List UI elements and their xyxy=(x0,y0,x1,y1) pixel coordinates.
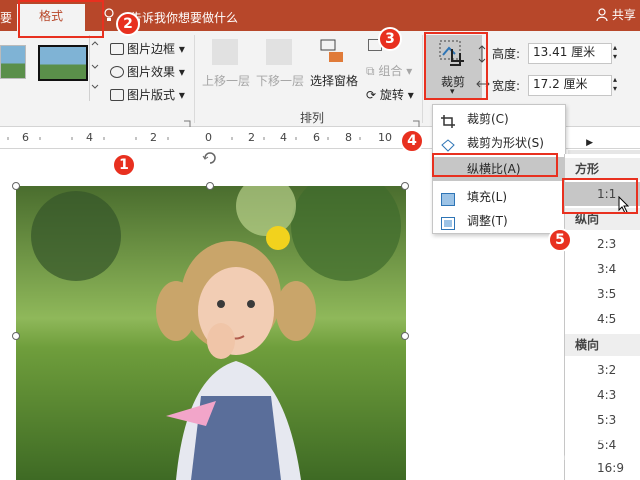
menu-item-label: 调整(T) xyxy=(467,214,508,228)
ruler-label: 2 xyxy=(248,131,255,144)
send-backward-button[interactable]: 下移一层 xyxy=(256,72,304,89)
layout-icon xyxy=(110,89,124,101)
width-input[interactable]: 17.2 厘米 xyxy=(528,75,612,96)
picture-effects-button[interactable]: 图片效果 ▾ xyxy=(110,63,185,80)
menu-item-label: 填充(L) xyxy=(467,190,508,204)
watermark-url: jingyan.baidu.com xyxy=(532,450,634,463)
effects-icon xyxy=(110,66,124,78)
ruler-label: 6 xyxy=(22,131,29,144)
fit-icon xyxy=(441,214,455,230)
highlight-ratio-1-1 xyxy=(562,178,638,214)
rotate-label: 旋转 xyxy=(379,88,404,102)
submenu-arrow-icon: ▶ xyxy=(586,138,593,148)
ruler-label: 8 xyxy=(345,131,352,144)
picture-style-1[interactable] xyxy=(0,45,26,79)
crop-small-icon xyxy=(441,112,455,128)
menu-item-crop[interactable]: 裁剪(C) xyxy=(433,107,599,131)
picture-layout-button[interactable]: 图片版式 ▾ xyxy=(110,86,185,103)
picture-border-button[interactable]: 图片边框 ▾ xyxy=(110,40,185,57)
resize-handle[interactable] xyxy=(12,332,20,340)
height-label: 高度: xyxy=(492,47,521,61)
group-label: 组合 xyxy=(378,64,403,78)
ruler-label: 10 xyxy=(378,131,392,144)
picture-border-label: 图片边框 xyxy=(127,42,176,56)
selection-pane-button[interactable]: 选择窗格 xyxy=(310,72,358,89)
bring-forward-icon xyxy=(212,39,238,65)
tab-previous[interactable]: 要 xyxy=(0,9,12,26)
shape-icon xyxy=(441,136,455,152)
menu-item-label: 裁剪为形状(S) xyxy=(467,136,544,150)
highlight-crop-button xyxy=(424,32,488,100)
ratio-3-5[interactable]: 3:5 xyxy=(565,282,640,306)
height-spinner[interactable]: ▴ ▾ xyxy=(608,43,622,62)
ratio-2-3[interactable]: 2:3 xyxy=(565,232,640,256)
selection-pane-icon xyxy=(320,39,346,65)
group-button[interactable]: ⧉ 组合 ▾ xyxy=(366,62,412,79)
ruler-label: 4 xyxy=(86,131,93,144)
pen-icon xyxy=(110,43,124,55)
arrange-group-label: 排列 xyxy=(300,111,325,125)
selected-picture[interactable] xyxy=(16,186,406,480)
picture-effects-label: 图片效果 xyxy=(127,65,176,79)
ratio-4-3[interactable]: 4:3 xyxy=(565,383,640,407)
callout-4: 4 xyxy=(400,129,424,153)
ratio-4-5[interactable]: 4:5 xyxy=(565,307,640,331)
height-input[interactable]: 13.41 厘米 xyxy=(528,43,612,64)
person-icon xyxy=(596,8,612,22)
rotate-handle-icon[interactable] xyxy=(201,149,219,168)
menu-item-crop-to-shape[interactable]: 裁剪为形状(S) ▶ xyxy=(433,131,599,155)
picture-layout-label: 图片版式 xyxy=(127,88,176,102)
ruler-label: 6 xyxy=(313,131,320,144)
resize-handle[interactable] xyxy=(12,182,20,190)
picture-style-2[interactable] xyxy=(38,45,88,81)
highlight-aspect-ratio xyxy=(432,153,558,177)
header-landscape: 横向 xyxy=(565,334,640,356)
group-icon: ⧉ xyxy=(366,64,379,78)
highlight-format-tab xyxy=(18,0,104,38)
callout-5: 5 xyxy=(548,228,572,252)
ruler-label: 0 xyxy=(205,131,212,144)
tell-me-text: 告诉我你想要做什么 xyxy=(130,11,239,25)
resize-handle[interactable] xyxy=(401,332,409,340)
callout-3: 3 xyxy=(378,27,402,51)
bring-forward-button[interactable]: 上移一层 xyxy=(202,72,250,89)
header-square: 方形 xyxy=(565,158,640,180)
ruler-label: 2 xyxy=(150,131,157,144)
styles-scroll[interactable] xyxy=(89,35,101,101)
lightbulb-icon xyxy=(104,8,114,25)
ratio-3-4[interactable]: 3:4 xyxy=(565,257,640,281)
width-label: 宽度: xyxy=(492,79,521,93)
share-button[interactable]: 共享 xyxy=(596,6,636,23)
rotate-icon: ⟳ xyxy=(366,88,380,102)
ratio-3-2[interactable]: 3:2 xyxy=(565,358,640,382)
resize-handle[interactable] xyxy=(206,182,214,190)
resize-handle[interactable] xyxy=(401,182,409,190)
width-spinner[interactable]: ▴ ▾ xyxy=(608,75,622,94)
share-label: 共享 xyxy=(611,8,636,22)
send-backward-icon xyxy=(266,39,292,65)
fill-icon xyxy=(441,190,455,206)
ruler-label: 4 xyxy=(280,131,287,144)
callout-2: 2 xyxy=(116,12,140,36)
menu-item-label: 裁剪(C) xyxy=(467,112,509,126)
callout-1: 1 xyxy=(112,153,136,177)
rotate-button[interactable]: ⟳ 旋转 ▾ xyxy=(366,86,414,103)
watermark: Baidu 经验 xyxy=(500,422,612,446)
